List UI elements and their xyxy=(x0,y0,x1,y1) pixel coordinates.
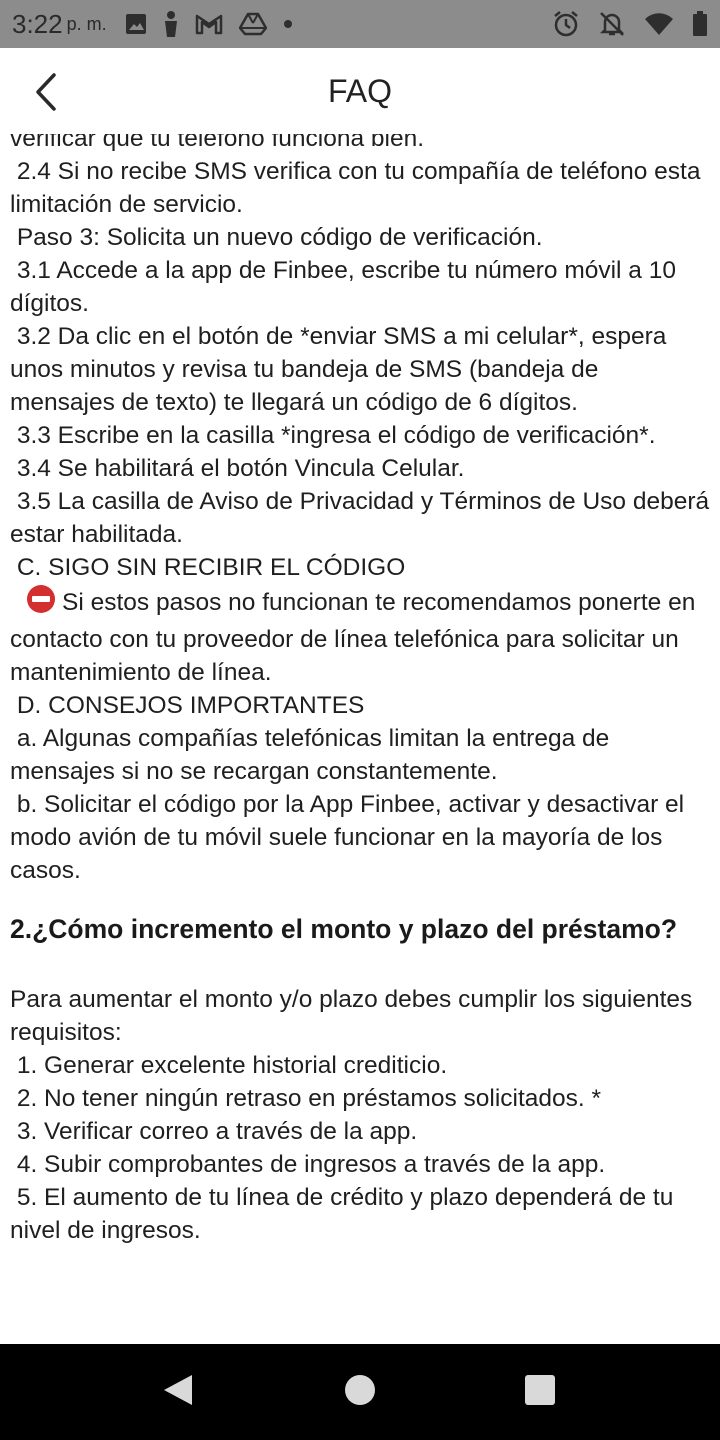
status-icons-left xyxy=(125,11,293,37)
dot-icon xyxy=(283,19,293,29)
faq-answer-item: 3. Verificar correo a través de la app. xyxy=(10,1118,418,1145)
faq-content-inner: verificar que tu teléfono funciona bien.… xyxy=(10,134,710,1247)
status-bar: 3:22 p. m. xyxy=(0,0,720,48)
faq-answer-item: 1. Generar excelente historial creditici… xyxy=(10,1052,448,1079)
faq-line: 3.4 Se habilitará el botón Vincula Celul… xyxy=(10,455,465,482)
status-ampm: p. m. xyxy=(66,13,107,34)
warning-paragraph: Si estos pasos no funcionan te recomenda… xyxy=(10,584,710,689)
nav-recents-button[interactable] xyxy=(522,1374,558,1410)
status-time: 3:22 xyxy=(12,8,63,39)
faq-line: 3.1 Accede a la app de Finbee, escribe t… xyxy=(10,257,683,317)
faq-content[interactable]: verificar que tu teléfono funciona bien.… xyxy=(0,134,720,1344)
page-title: FAQ xyxy=(327,72,392,109)
wifi-icon xyxy=(644,12,674,36)
faq-line: 3.3 Escribe en la casilla *ingresa el có… xyxy=(10,422,656,449)
person-icon xyxy=(163,11,179,37)
back-button[interactable] xyxy=(22,70,70,118)
navigation-bar xyxy=(0,1344,720,1440)
gmail-icon xyxy=(195,13,223,35)
no-entry-icon xyxy=(26,584,56,623)
faq-answer-item: 5. El aumento de tu línea de crédito y p… xyxy=(10,1184,681,1244)
faq-line: a. Algunas compañías telefónicas limitan… xyxy=(10,725,617,785)
faq-line: D. CONSEJOS IMPORTANTES xyxy=(10,692,365,719)
faq-answer-intro: Para aumentar el monto y/o plazo debes c… xyxy=(10,986,700,1046)
faq-line: 3.2 Da clic en el botón de *enviar SMS a… xyxy=(10,323,674,416)
faq-line: 3.5 La casilla de Aviso de Privacidad y … xyxy=(10,488,716,548)
faq-answer-item: 2. No tener ningún retraso en préstamos … xyxy=(10,1085,602,1112)
chevron-left-icon xyxy=(32,72,60,117)
warning-text: Si estos pasos no funcionan te recomenda… xyxy=(10,589,703,686)
faq-line: b. Solicitar el código por la App Finbee… xyxy=(10,791,691,884)
battery-icon xyxy=(692,11,708,37)
status-icons-right xyxy=(552,10,708,38)
faq-line: Paso 3: Solicita un nuevo código de veri… xyxy=(10,224,543,251)
faq-answer-item: 4. Subir comprobantes de ingresos a trav… xyxy=(10,1151,606,1178)
nav-recents-icon xyxy=(524,1374,556,1411)
app-bar: FAQ xyxy=(0,48,720,134)
drive-icon xyxy=(238,12,267,36)
nav-home-button[interactable] xyxy=(342,1374,378,1410)
nav-back-icon xyxy=(162,1373,194,1412)
notifications-off-icon xyxy=(598,10,626,38)
alarm-icon xyxy=(552,10,580,38)
faq-line: verificar que tu teléfono funciona bien. xyxy=(10,134,425,152)
faq-question-heading: 2.¿Cómo incremento el monto y plazo del … xyxy=(10,914,678,944)
nav-back-button[interactable] xyxy=(160,1374,196,1410)
image-icon xyxy=(125,13,147,35)
faq-line: 2.4 Si no recibe SMS verifica con tu com… xyxy=(10,158,708,218)
nav-home-icon xyxy=(344,1374,376,1411)
faq-line: C. SIGO SIN RECIBIR EL CÓDIGO xyxy=(10,554,406,581)
